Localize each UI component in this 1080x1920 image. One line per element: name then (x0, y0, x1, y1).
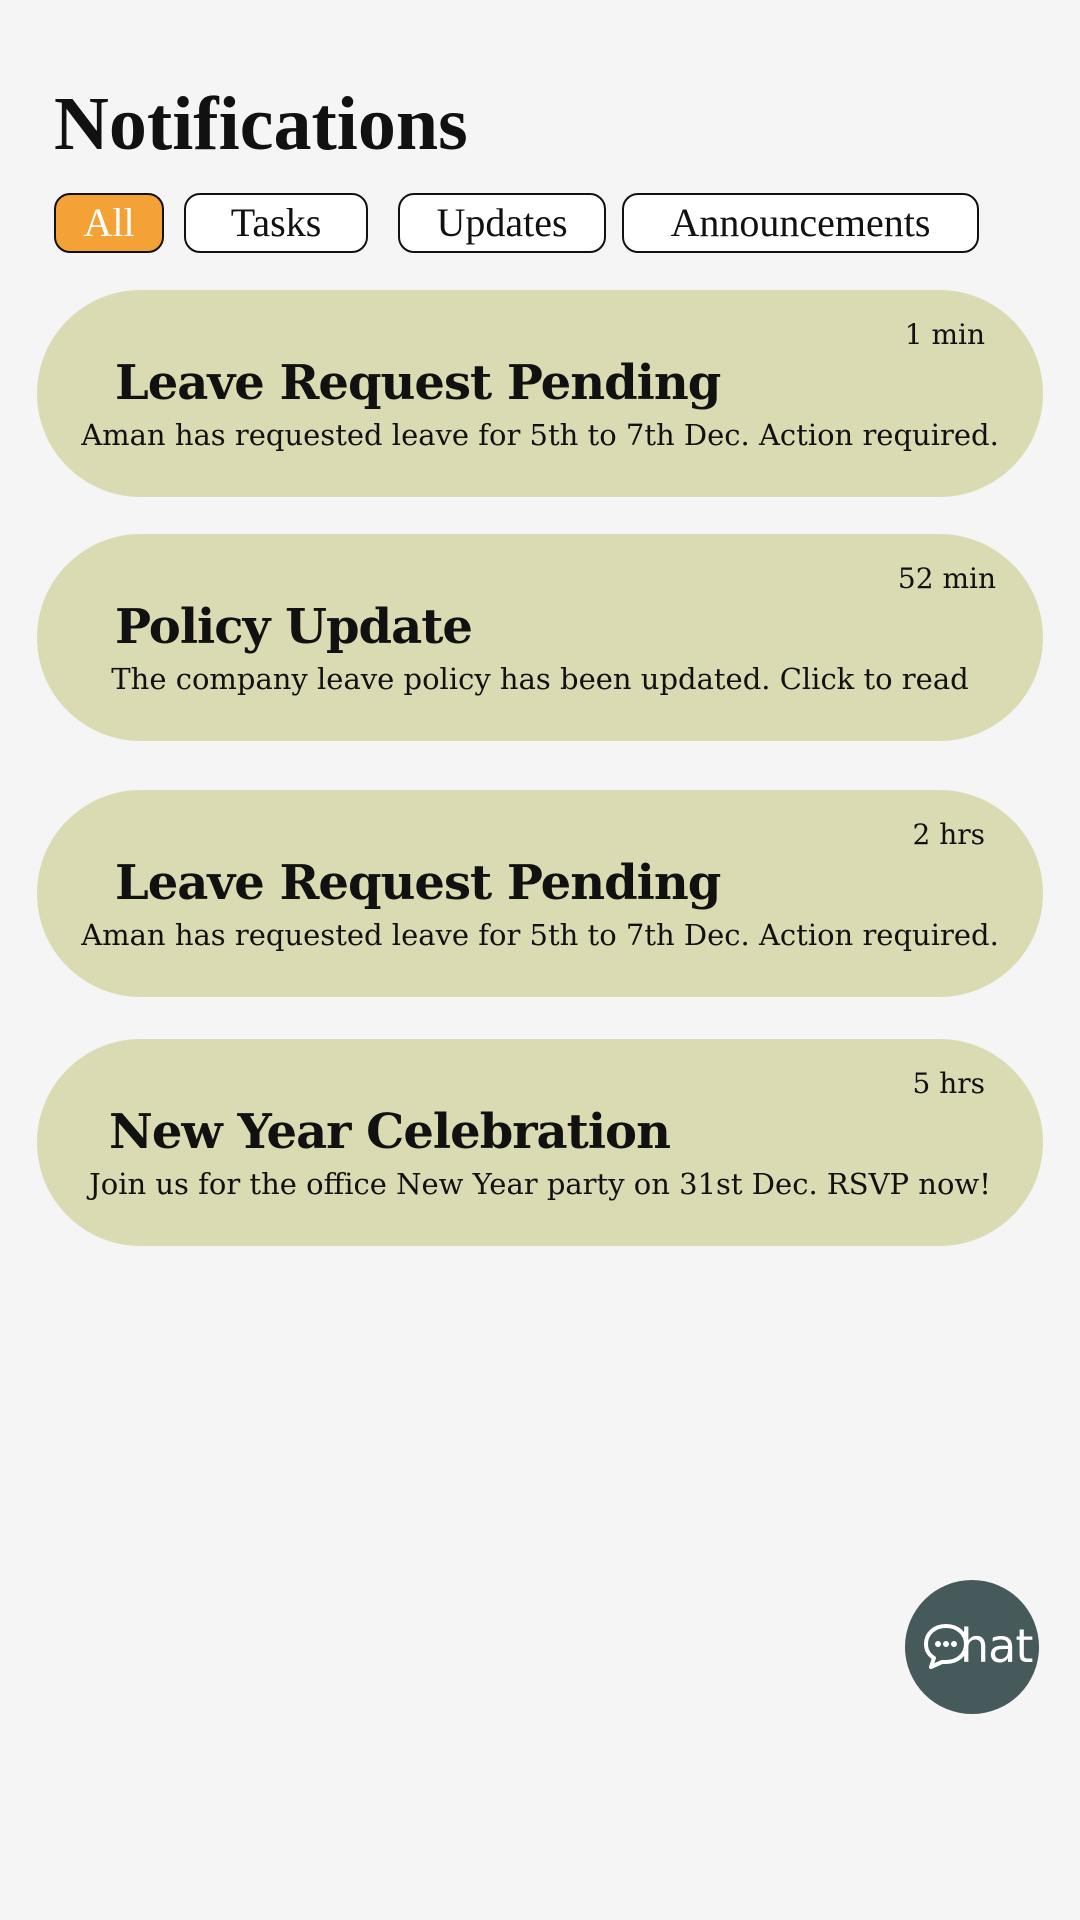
notification-card[interactable]: 52 min Policy Update The company leave p… (37, 534, 1043, 741)
notification-time: 52 min (897, 562, 996, 595)
notification-time: 2 hrs (912, 818, 985, 851)
filter-bar: All Tasks Updates Announcements (0, 0, 1080, 260)
chat-button-label: hat (960, 1619, 1033, 1673)
notification-title: New Year Celebration (109, 1104, 671, 1160)
notification-body: Join us for the office New Year party on… (89, 1167, 991, 1201)
filter-chip-announcements[interactable]: Announcements (622, 193, 979, 253)
filter-chip-updates[interactable]: Updates (398, 193, 606, 253)
notification-body: Aman has requested leave for 5th to 7th … (81, 918, 999, 952)
chat-button[interactable]: hat (905, 1580, 1039, 1714)
notification-title: Leave Request Pending (115, 855, 721, 911)
filter-chip-all[interactable]: All (54, 193, 164, 253)
notification-time: 1 min (904, 318, 985, 351)
notification-title: Leave Request Pending (115, 355, 721, 411)
notification-card[interactable]: 5 hrs New Year Celebration Join us for t… (37, 1039, 1043, 1246)
notification-card[interactable]: 2 hrs Leave Request Pending Aman has req… (37, 790, 1043, 997)
notification-title: Policy Update (115, 599, 473, 655)
notification-time: 5 hrs (912, 1067, 985, 1100)
notification-card[interactable]: 1 min Leave Request Pending Aman has req… (37, 290, 1043, 497)
notification-body: Aman has requested leave for 5th to 7th … (81, 418, 999, 452)
filter-chip-tasks[interactable]: Tasks (184, 193, 368, 253)
notification-body: The company leave policy has been update… (111, 662, 969, 696)
